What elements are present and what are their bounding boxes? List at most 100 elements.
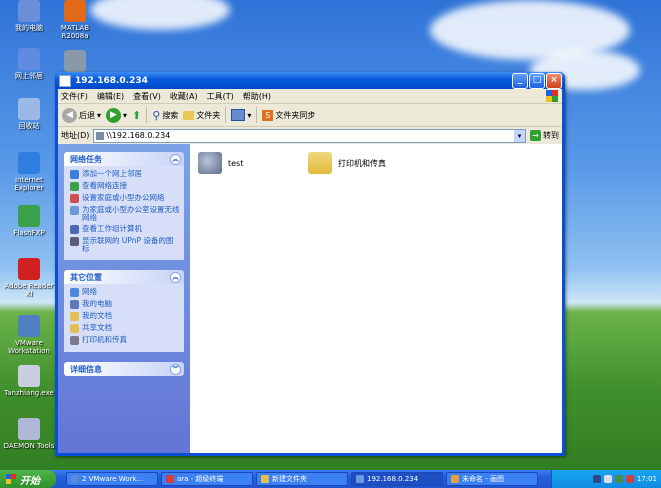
desktop-icon[interactable]: MATLAB R2008a (48, 0, 102, 40)
app-icon (18, 152, 40, 174)
taskbar-button[interactable]: 2 VMware Work... (66, 472, 158, 486)
dropdown-arrow-icon: ▾ (247, 110, 252, 120)
explorer-window: 192.168.0.234 _ □ × 文件(F) 编辑(E) 查看(V) 收藏… (55, 72, 565, 456)
start-button[interactable]: 开始 (0, 470, 56, 488)
views-button[interactable]: ▾ (231, 109, 251, 121)
task-label: 未命名 - 画图 (462, 475, 504, 483)
desktop-icon[interactable] (48, 50, 102, 74)
desktop-icon[interactable]: Internet Explorer (2, 152, 56, 192)
task-link[interactable]: 添加一个网上邻居 (70, 170, 180, 179)
app-icon (18, 205, 40, 227)
taskbar-button[interactable]: ara - 超级终端 (161, 472, 253, 486)
start-label: 开始 (20, 475, 40, 487)
network-tasks-panel: 网络任务 ︽ 添加一个网上邻居 查看网络连接 设置家庭或小型办公网络为家庭或小型办公… (64, 152, 184, 260)
taskbar-button[interactable]: 新建文件夹 (256, 472, 348, 486)
task-link[interactable]: 我的电脑 (70, 300, 180, 309)
network-tasks-header[interactable]: 网络任务 ︽ (64, 152, 184, 166)
task-link[interactable]: 为家庭或小型办公室设置无线网络 (70, 206, 180, 222)
menu-file[interactable]: 文件(F) (61, 91, 88, 102)
desktop-icon[interactable]: 回收站 (2, 98, 56, 130)
close-button[interactable]: × (546, 73, 562, 89)
desktop-icon-label: Adobe Reader XI (4, 282, 54, 298)
desktop-icon[interactable]: VMware Workstation (2, 315, 56, 355)
search-icon: ⚲ (152, 108, 161, 122)
file-item-printers[interactable]: 打印机和传真 (308, 152, 386, 174)
file-item-test[interactable]: test (198, 152, 243, 174)
task-icon (70, 194, 79, 203)
task-icon (70, 336, 79, 345)
back-label: 后退 (79, 110, 95, 120)
go-arrow-icon: → (530, 130, 541, 141)
address-bar: 地址(D) \\192.168.0.234 ▾ → 转到 (58, 127, 562, 145)
back-button[interactable]: ◀ 后退 ▾ (62, 107, 102, 123)
desktop-icon-label: Tanzhiang.exe (4, 389, 54, 397)
forward-button[interactable]: ▶ ▾ (106, 107, 128, 123)
desktop-icon[interactable]: Tanzhiang.exe (2, 365, 56, 397)
app-icon (64, 0, 86, 22)
expand-icon[interactable]: ︾ (170, 363, 181, 375)
task-link[interactable]: 设置家庭或小型办公网络 (70, 194, 180, 203)
task-label: ara - 超级终端 (177, 475, 224, 483)
task-link[interactable]: 共享文档 (70, 324, 180, 333)
task-icon (70, 182, 79, 191)
folders-button[interactable]: 文件夹 (183, 110, 220, 121)
app-icon (18, 48, 40, 70)
task-link-label: 显示联网的 UPnP 设备的图标 (82, 236, 174, 253)
app-icon (18, 258, 40, 280)
dropdown-arrow-icon: ▾ (97, 110, 102, 120)
minimize-button[interactable]: _ (512, 73, 528, 89)
folder-sync-button[interactable]: S 文件夹同步 (262, 109, 316, 121)
tray-icon[interactable] (592, 475, 601, 483)
other-places-header[interactable]: 其它位置 ︽ (64, 270, 184, 284)
task-link[interactable]: 我的文档 (70, 312, 180, 321)
panel-title: 其它位置 (70, 272, 102, 282)
menu-edit[interactable]: 编辑(E) (97, 91, 124, 102)
taskbar-button[interactable]: 未命名 - 画图 (446, 472, 538, 486)
desktop-icon-label: MATLAB R2008a (60, 24, 90, 40)
up-folder-icon[interactable]: ⬆ (132, 109, 141, 122)
tray-icon[interactable] (603, 475, 612, 483)
title-bar[interactable]: 192.168.0.234 _ □ × (55, 72, 565, 89)
app-icon (18, 315, 40, 337)
tray-icon[interactable] (625, 475, 634, 483)
desktop-icon[interactable]: FlashFXP (2, 205, 56, 237)
address-input[interactable]: \\192.168.0.234 ▾ (93, 128, 526, 143)
task-icon (70, 288, 79, 297)
go-button[interactable]: → 转到 (530, 130, 559, 141)
views-icon (231, 109, 246, 121)
task-link-label: 为家庭或小型办公室设置无线网络 (82, 205, 180, 222)
menu-help[interactable]: 帮助(H) (243, 91, 271, 102)
menu-tools[interactable]: 工具(T) (207, 91, 234, 102)
task-link[interactable]: 查看工作组计算机 (70, 225, 180, 234)
task-link[interactable]: 打印机和传真 (70, 336, 180, 345)
forward-arrow-icon: ▶ (106, 107, 122, 123)
menu-favorites[interactable]: 收藏(A) (170, 91, 198, 102)
dropdown-arrow-icon: ▾ (123, 110, 128, 120)
task-link[interactable]: 查看网络连接 (70, 182, 180, 191)
sync-label: 文件夹同步 (275, 110, 316, 120)
collapse-icon[interactable]: ︽ (170, 271, 181, 283)
address-dropdown-icon[interactable]: ▾ (514, 129, 525, 142)
app-icon (18, 418, 40, 440)
task-link[interactable]: 显示联网的 UPnP 设备的图标 (70, 237, 180, 253)
desktop-icon-label: 回收站 (18, 122, 40, 130)
collapse-icon[interactable]: ︽ (170, 153, 181, 165)
details-header[interactable]: 详细信息 ︾ (64, 362, 184, 376)
tray-icon[interactable] (614, 475, 623, 483)
desktop-icon[interactable]: Adobe Reader XI (2, 258, 56, 298)
windows-flag-icon (6, 474, 16, 484)
task-link-label: 打印机和传真 (82, 335, 127, 344)
task-link[interactable]: 网络 (70, 288, 180, 297)
task-app-icon (166, 475, 174, 483)
task-app-icon (356, 475, 364, 483)
network-share-icon (198, 152, 222, 174)
maximize-button[interactable]: □ (529, 73, 545, 89)
desktop-icon[interactable]: DAEMON Tools (2, 418, 56, 450)
taskbar-button[interactable]: 192.168.0.234 (351, 472, 443, 486)
task-pane: 网络任务 ︽ 添加一个网上邻居 查看网络连接 设置家庭或小型办公网络为家庭或小型办公… (58, 144, 190, 453)
clock[interactable]: 17:01 (637, 475, 657, 483)
details-panel: 详细信息 ︾ (64, 362, 184, 376)
search-button[interactable]: ⚲ 搜索 (152, 109, 178, 122)
menu-view[interactable]: 查看(V) (133, 91, 161, 102)
panel-title: 网络任务 (70, 154, 102, 164)
